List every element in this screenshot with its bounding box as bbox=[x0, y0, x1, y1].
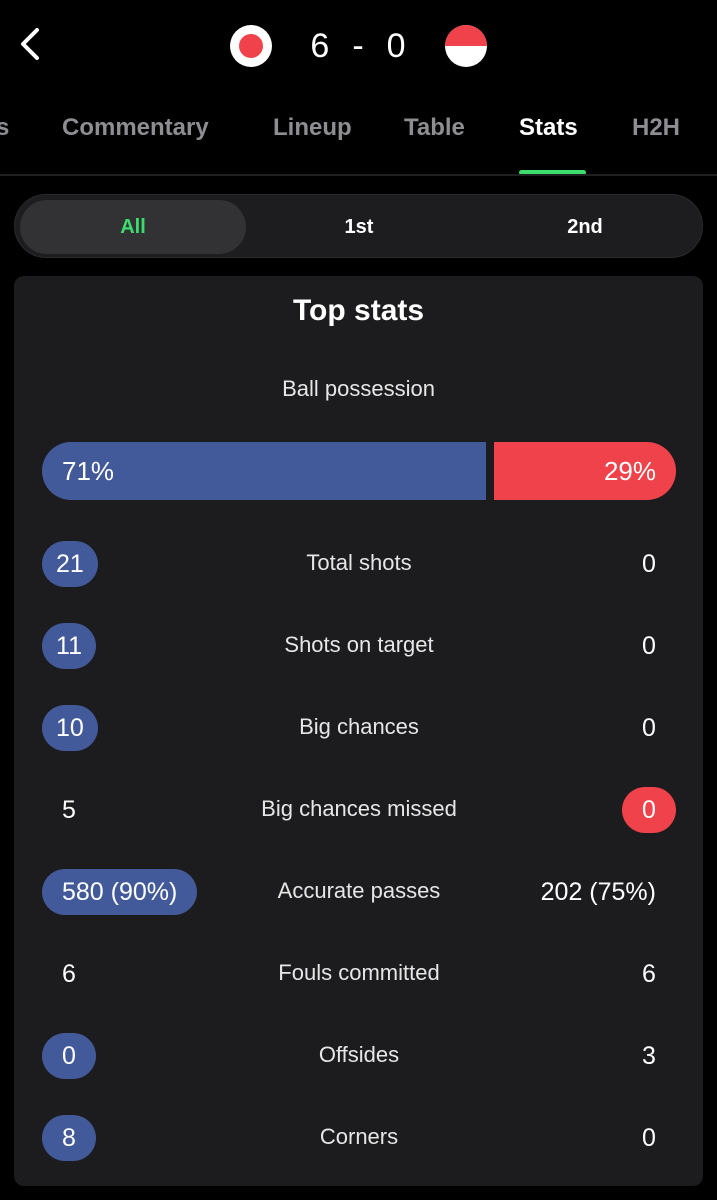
stat-row-accurate-passes: Accurate passes 580 (90%) 202 (75%) bbox=[42, 869, 676, 915]
stat-home-value: 5 bbox=[62, 795, 76, 824]
stat-label: Offsides bbox=[318, 1042, 400, 1067]
possession-bar: 71% 29% bbox=[42, 442, 676, 500]
stat-home-value: 6 bbox=[62, 959, 76, 988]
stat-away-value: 0 bbox=[622, 787, 676, 833]
indonesia-flag-icon bbox=[444, 25, 487, 67]
stat-label: Fouls committed bbox=[278, 960, 440, 985]
stat-away-value: 0 bbox=[642, 631, 656, 660]
filter-1st[interactable]: 1st bbox=[246, 200, 472, 254]
tab-h2h[interactable]: H2H bbox=[632, 114, 680, 142]
japan-flag-icon bbox=[230, 25, 273, 67]
stat-away-value: 0 bbox=[642, 713, 656, 742]
stat-label: Total shots bbox=[306, 550, 412, 575]
stat-home-value: 8 bbox=[42, 1115, 96, 1161]
tab-table[interactable]: Table bbox=[404, 114, 465, 142]
scoreboard: 6 - 0 bbox=[0, 24, 717, 68]
divider bbox=[0, 174, 717, 176]
away-score: 0 bbox=[386, 26, 407, 65]
home-score: 6 bbox=[310, 26, 331, 65]
stat-row-big-chances-missed: Big chances missed 5 0 bbox=[42, 787, 676, 833]
match-header: 6 - 0 bbox=[0, 0, 717, 90]
score: 6 - 0 bbox=[310, 27, 406, 66]
stat-row-offsides: Offsides 0 3 bbox=[42, 1033, 676, 1079]
tab-partial[interactable]: s bbox=[0, 114, 9, 142]
period-filter: All 1st 2nd bbox=[14, 194, 703, 258]
tab-commentary[interactable]: Commentary bbox=[62, 114, 209, 142]
stat-row-fouls-committed: Fouls committed 6 6 bbox=[42, 951, 676, 997]
stat-away-value: 6 bbox=[642, 959, 656, 988]
stat-row-total-shots: Total shots 21 0 bbox=[42, 541, 676, 587]
stat-label: Shots on target bbox=[284, 632, 434, 657]
stat-away-value: 3 bbox=[642, 1041, 656, 1070]
tab-bar: s Commentary Lineup Table Stats H2H bbox=[0, 90, 717, 176]
stat-label: Big chances bbox=[299, 714, 419, 739]
stat-home-value: 580 (90%) bbox=[42, 869, 198, 915]
stat-away-value: 202 (75%) bbox=[540, 877, 656, 906]
stat-home-value: 10 bbox=[42, 705, 98, 751]
stat-away-value: 0 bbox=[642, 1123, 656, 1152]
tab-lineup[interactable]: Lineup bbox=[273, 114, 352, 142]
filter-2nd[interactable]: 2nd bbox=[472, 200, 698, 254]
possession-label: Ball possession bbox=[282, 376, 435, 401]
stat-away-value: 0 bbox=[642, 549, 656, 578]
stat-home-value: 11 bbox=[42, 623, 96, 669]
stat-home-value: 21 bbox=[42, 541, 98, 587]
stat-label: Big chances missed bbox=[261, 796, 457, 821]
stat-label: Corners bbox=[319, 1124, 399, 1149]
card-title: Top stats bbox=[292, 294, 425, 327]
possession-away: 29% bbox=[494, 442, 676, 500]
possession-home: 71% bbox=[42, 442, 486, 500]
stat-row-big-chances: Big chances 10 0 bbox=[42, 705, 676, 751]
filter-all[interactable]: All bbox=[20, 200, 246, 254]
score-separator: - bbox=[352, 26, 365, 65]
stat-row-shots-on-target: Shots on target 11 0 bbox=[42, 623, 676, 669]
tab-stats[interactable]: Stats bbox=[519, 114, 578, 142]
top-stats-card: Top stats Ball possession 71% 29% Total … bbox=[14, 276, 703, 1186]
stat-row-corners: Corners 8 0 bbox=[42, 1115, 676, 1161]
stat-home-value: 0 bbox=[42, 1033, 96, 1079]
